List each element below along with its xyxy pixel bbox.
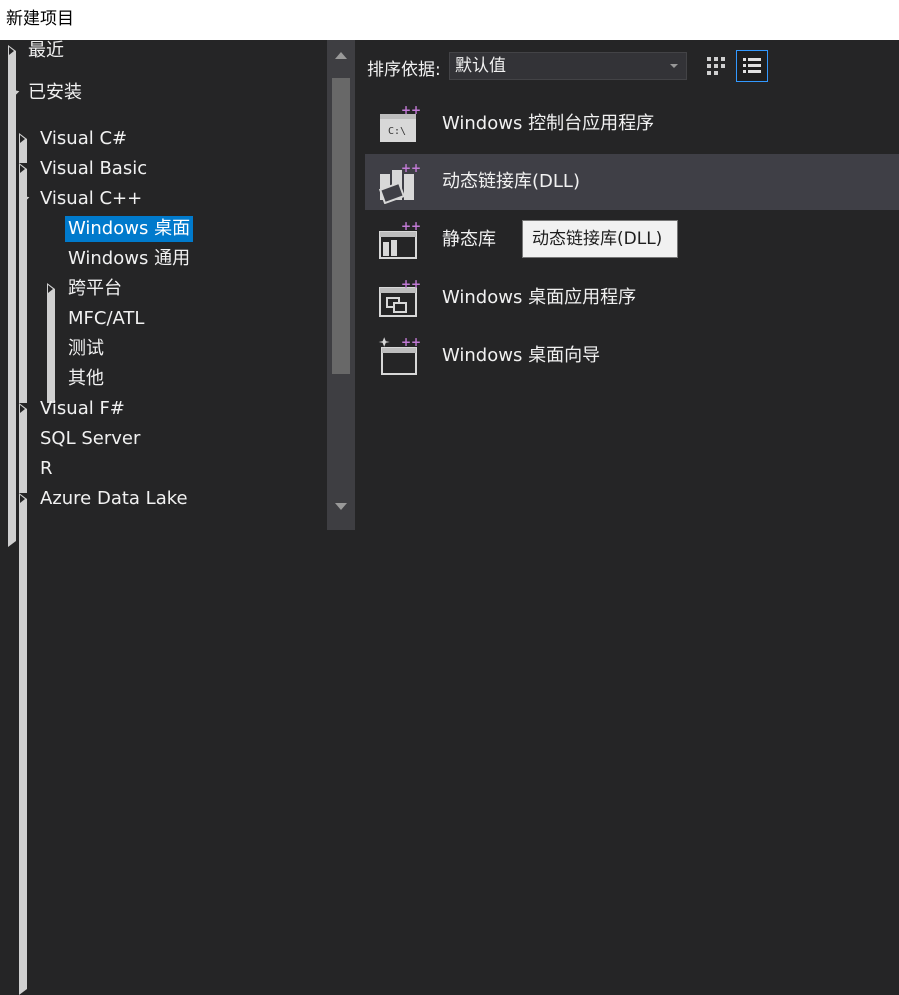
tree-item-label: SQL Server bbox=[40, 428, 141, 449]
scrollbar-thumb[interactable] bbox=[332, 78, 350, 374]
sort-dropdown-value: 默认值 bbox=[455, 56, 506, 76]
static-library-icon: ++ bbox=[379, 219, 421, 259]
tree-item-label: 已安装 bbox=[28, 82, 82, 103]
svg-text:++: ++ bbox=[401, 103, 421, 117]
template-name: 静态库 bbox=[442, 229, 496, 250]
dialog-title: 新建项目 bbox=[0, 0, 899, 40]
template-item-desktop-wizard[interactable]: ++ Windows 桌面向导 bbox=[365, 328, 899, 384]
sort-dropdown[interactable]: 默认值 bbox=[449, 52, 687, 80]
template-item-console-app[interactable]: C:\ ++ Windows 控制台应用程序 bbox=[365, 96, 899, 152]
chevron-down-icon bbox=[670, 64, 678, 68]
console-app-icon: C:\ ++ bbox=[380, 103, 421, 142]
tree-item-label: Visual C# bbox=[40, 128, 128, 149]
scroll-down-arrow-icon[interactable] bbox=[335, 503, 347, 510]
desktop-app-icon: ++ bbox=[379, 277, 421, 317]
tree-scrollbar[interactable] bbox=[327, 40, 355, 530]
grid-view-button[interactable] bbox=[700, 50, 732, 82]
svg-text:++: ++ bbox=[401, 219, 421, 233]
svg-text:++: ++ bbox=[401, 335, 421, 349]
tree-item-label: 测试 bbox=[68, 338, 104, 359]
tree-item-label: Visual Basic bbox=[40, 158, 148, 179]
template-name: Windows 控制台应用程序 bbox=[442, 113, 655, 134]
tree-item-label: MFC/ATL bbox=[68, 308, 145, 329]
template-name: Windows 桌面向导 bbox=[442, 345, 601, 366]
list-view-button[interactable] bbox=[736, 50, 768, 82]
sort-toolbar: 排序依据: 默认值 bbox=[362, 40, 899, 92]
scroll-up-arrow-icon[interactable] bbox=[335, 52, 347, 59]
template-list-pane: 排序依据: 默认值 C:\ ++ Windows 控制台应用程序 ++ 动态链接… bbox=[362, 40, 899, 530]
svg-text:++: ++ bbox=[401, 161, 421, 175]
grid-view-icon bbox=[707, 57, 725, 75]
template-category-tree: 最近 已安装 Visual C# Visual Basic Visual C++… bbox=[0, 40, 592, 995]
tree-item-label: 其他 bbox=[68, 368, 104, 389]
template-item-desktop-app[interactable]: ++ Windows 桌面应用程序 bbox=[365, 270, 899, 326]
template-tooltip: 动态链接库(DLL) bbox=[522, 220, 678, 258]
svg-text:C:\: C:\ bbox=[388, 126, 406, 137]
dll-icon: ++ bbox=[378, 161, 421, 204]
template-name: Windows 桌面应用程序 bbox=[442, 287, 637, 308]
tree-item-label: R bbox=[40, 458, 53, 479]
template-item-dll[interactable]: ++ 动态链接库(DLL) bbox=[365, 154, 899, 210]
tree-item-label: Azure Data Lake bbox=[40, 488, 188, 509]
tree-item-label: 最近 bbox=[28, 40, 64, 61]
sort-label: 排序依据: bbox=[367, 60, 441, 80]
tree-item-label: 跨平台 bbox=[68, 278, 122, 299]
list-view-icon bbox=[743, 58, 761, 73]
svg-text:++: ++ bbox=[401, 277, 421, 291]
expand-arrow-icon[interactable] bbox=[19, 493, 564, 995]
template-name: 动态链接库(DLL) bbox=[442, 171, 580, 192]
tree-item-label: Visual F# bbox=[40, 398, 125, 419]
tree-item-label: Visual C++ bbox=[40, 188, 143, 209]
tree-item-label: Windows 通用 bbox=[68, 248, 191, 269]
desktop-wizard-icon: ++ bbox=[378, 335, 421, 375]
tree-item-label: Windows 桌面 bbox=[65, 216, 194, 242]
